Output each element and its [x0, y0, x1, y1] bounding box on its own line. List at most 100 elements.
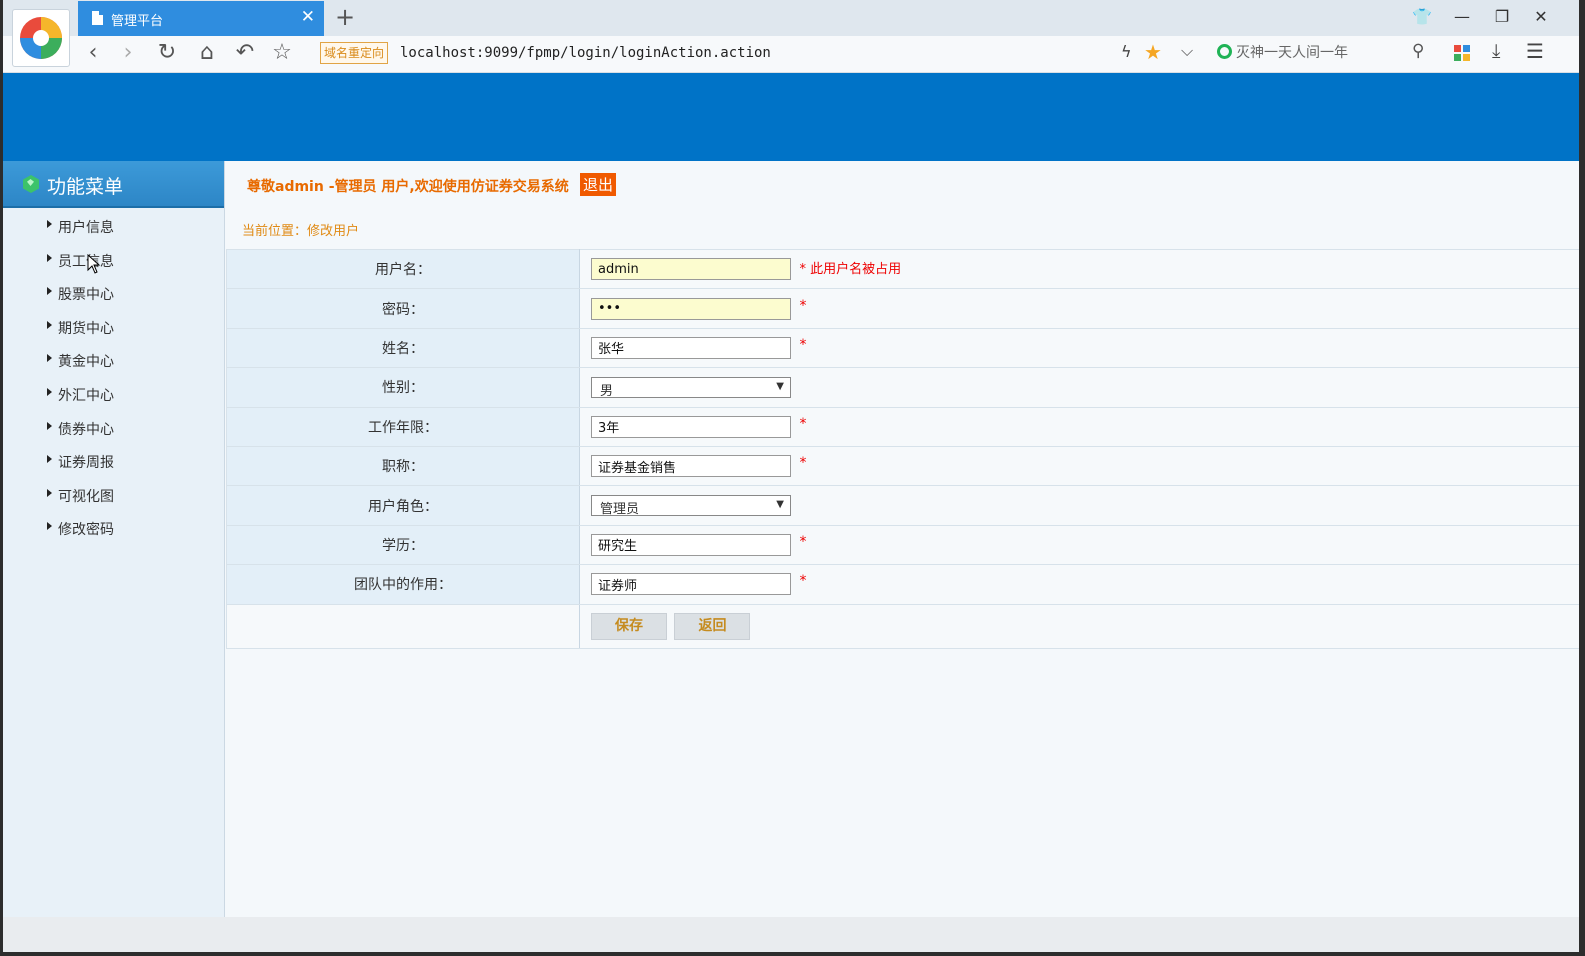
chevron-down-icon[interactable]: ⌵	[1181, 41, 1193, 61]
lightning-icon[interactable]: ϟ	[1121, 42, 1132, 61]
form-row-gender: 性别： 男 ▼	[226, 367, 1579, 408]
gender-select[interactable]: 男 ▼	[591, 376, 791, 399]
tab-title: 管理平台	[111, 14, 164, 29]
name-input[interactable]	[591, 336, 791, 359]
sidebar-item-change-password[interactable]: 修改密码	[3, 511, 224, 545]
password-input[interactable]	[591, 297, 791, 320]
caret-right-icon	[47, 320, 52, 329]
role-select[interactable]: 管理员 ▼	[591, 495, 791, 517]
tab-close-icon[interactable]: ✕	[301, 7, 315, 27]
sidebar: 功能菜单 用户信息 员工信息 股票中心 期货中心 黄金中心 外汇中心 债券中心 …	[3, 161, 225, 917]
sidebar-item-user-info[interactable]: 用户信息	[3, 209, 224, 243]
back-button[interactable]: 返回	[674, 612, 751, 640]
restore-icon[interactable]: ❐	[1490, 7, 1514, 26]
page-icon	[92, 11, 103, 25]
dropdown-arrow-icon: ▼	[776, 380, 784, 392]
edit-user-form: 用户名： * 此用户名被占用 密码： * 姓名： *	[226, 248, 1579, 649]
apps-icon[interactable]	[1454, 45, 1470, 61]
breadcrumb: 当前位置：修改用户	[242, 224, 360, 239]
tab-bar: 管理平台 ✕ + 👕 — ❐ ✕	[3, 0, 1579, 36]
required-mark: *	[799, 297, 807, 314]
dropdown-arrow-icon: ▼	[776, 499, 784, 511]
browser-logo[interactable]	[12, 9, 70, 67]
form-row-name: 姓名： *	[226, 327, 1579, 369]
mouse-cursor-icon	[87, 254, 101, 274]
caret-right-icon	[47, 287, 52, 296]
password-label: 密码：	[226, 288, 580, 329]
caret-right-icon	[47, 354, 52, 363]
caret-right-icon	[47, 522, 52, 531]
welcome-message: 尊敬admin -管理员 用户,欢迎使用仿证券交易系统	[247, 179, 569, 195]
search-input[interactable]: 灭神一天人间一年	[1236, 42, 1348, 62]
browser-tab[interactable]: 管理平台 ✕	[78, 1, 324, 36]
username-error: * 此用户名被占用	[799, 261, 902, 277]
home-icon[interactable]: ⌂	[194, 40, 220, 65]
logout-button[interactable]: 退出	[580, 173, 617, 196]
name-label: 姓名：	[226, 327, 580, 369]
main-content: 尊敬admin -管理员 用户,欢迎使用仿证券交易系统 退出 当前位置：修改用户…	[226, 161, 1579, 917]
required-mark: *	[799, 573, 807, 590]
form-row-title: 职称： *	[226, 445, 1579, 487]
browser-window: 管理平台 ✕ + 👕 — ❐ ✕ ‹ › ↻ ⌂ ↶ ☆ 域名重定向 local…	[3, 0, 1579, 952]
form-row-actions: 保存 返回	[226, 603, 1579, 649]
bookmark-star-icon[interactable]: ☆	[269, 40, 295, 65]
skin-icon[interactable]: 👕	[1410, 7, 1434, 26]
undo-icon[interactable]: ↶	[232, 40, 258, 65]
team-role-label: 团队中的作用：	[226, 564, 580, 605]
close-window-icon[interactable]: ✕	[1529, 7, 1553, 26]
caret-right-icon	[47, 455, 52, 464]
gender-label: 性别：	[226, 367, 580, 408]
username-label: 用户名：	[226, 248, 580, 290]
work-years-label: 工作年限：	[226, 406, 580, 447]
domain-redirect-badge[interactable]: 域名重定向	[320, 42, 389, 64]
status-strip	[3, 917, 1579, 952]
role-label: 用户角色：	[226, 485, 580, 526]
caret-right-icon	[47, 387, 52, 396]
url-field[interactable]: localhost:9099/fpmp/login/loginAction.ac…	[400, 45, 771, 61]
title-label: 职称：	[226, 445, 580, 487]
menu-gem-icon	[23, 175, 39, 193]
sidebar-item-employee-info[interactable]: 员工信息	[3, 243, 224, 277]
sidebar-item-visualization[interactable]: 可视化图	[3, 478, 224, 512]
education-input[interactable]	[591, 533, 791, 556]
reload-icon[interactable]: ↻	[154, 40, 180, 65]
work-years-input[interactable]	[591, 415, 791, 438]
search-icon[interactable]: ⚲	[1412, 41, 1424, 61]
save-button[interactable]: 保存	[591, 612, 667, 640]
favorite-star-icon[interactable]: ★	[1144, 40, 1162, 64]
caret-right-icon	[47, 253, 52, 262]
form-row-password: 密码： *	[226, 288, 1579, 329]
education-label: 学历：	[226, 524, 580, 566]
username-input[interactable]	[591, 258, 791, 281]
sidebar-title: 功能菜单	[47, 176, 124, 198]
sidebar-item-stock-center[interactable]: 股票中心	[3, 276, 224, 310]
forward-icon[interactable]: ›	[115, 40, 141, 65]
menu-icon[interactable]: ☰	[1526, 39, 1544, 63]
sidebar-item-futures-center[interactable]: 期货中心	[3, 310, 224, 344]
team-role-input[interactable]	[591, 573, 791, 596]
minimize-icon[interactable]: —	[1450, 7, 1474, 26]
sidebar-item-forex-center[interactable]: 外汇中心	[3, 377, 224, 411]
browser-logo-icon	[20, 17, 62, 59]
sidebar-item-bond-center[interactable]: 债券中心	[3, 411, 224, 445]
form-row-team-role: 团队中的作用： *	[226, 564, 1579, 605]
page-banner	[3, 73, 1579, 161]
caret-right-icon	[47, 421, 52, 430]
download-icon[interactable]: ⤓	[1492, 40, 1500, 62]
new-tab-button[interactable]: +	[335, 3, 355, 31]
form-row-work-years: 工作年限： *	[226, 406, 1579, 447]
caret-right-icon	[47, 488, 52, 497]
required-mark: *	[799, 336, 807, 353]
form-row-username: 用户名： * 此用户名被占用	[226, 248, 1579, 290]
back-icon[interactable]: ‹	[80, 40, 106, 65]
sidebar-header: 功能菜单	[3, 161, 224, 208]
required-mark: *	[799, 415, 807, 432]
sidebar-item-gold-center[interactable]: 黄金中心	[3, 343, 224, 377]
sidebar-item-weekly-report[interactable]: 证券周报	[3, 444, 224, 478]
form-row-role: 用户角色： 管理员 ▼	[226, 485, 1579, 526]
required-mark: *	[799, 533, 807, 550]
search-engine-icon	[1217, 44, 1232, 59]
gender-value: 男	[600, 383, 614, 399]
title-input[interactable]	[591, 455, 791, 478]
caret-right-icon	[47, 220, 52, 228]
